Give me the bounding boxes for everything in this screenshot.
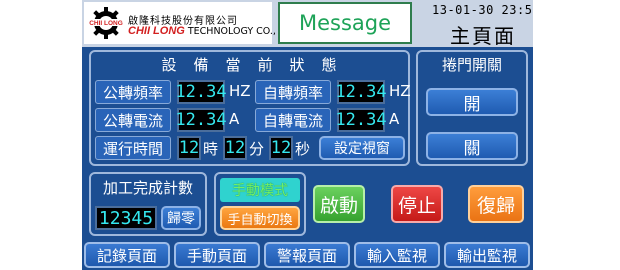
mode-toggle-button[interactable]: 手自動切換 xyxy=(220,206,300,230)
counter-value: 12345 xyxy=(95,206,157,230)
revolution-current-label: 公轉電流 xyxy=(95,108,171,132)
mode-panel: 手動模式 手自動切換 xyxy=(214,172,306,236)
company-logo-icon: CHII LONG xyxy=(89,7,123,39)
door-close-button[interactable]: 關 xyxy=(426,132,518,160)
runtime-minutes-value: 12 xyxy=(223,136,247,160)
revolution-frequency-label: 公轉頻率 xyxy=(95,80,171,104)
status-panel-title: 設 備 當 前 狀 態 xyxy=(161,56,338,74)
status-panel: 設 備 當 前 狀 態 公轉頻率 12.34 HZ 自轉頻率 12.34 HZ … xyxy=(89,50,411,166)
settings-window-button[interactable]: 設定視窗 xyxy=(319,136,405,160)
revolution-frequency-value: 12.34 xyxy=(175,80,227,104)
message-box[interactable]: Message xyxy=(278,2,412,44)
company-brand: CHII LONG xyxy=(128,25,185,37)
nav-manual-page[interactable]: 手動頁面 xyxy=(174,242,260,268)
rotation-current-value: 12.34 xyxy=(335,108,387,132)
rotation-frequency-value: 12.34 xyxy=(335,80,387,104)
runtime-seconds-value: 12 xyxy=(269,136,293,160)
nav-output-monitor[interactable]: 輸出監視 xyxy=(444,242,530,268)
runtime-label: 運行時間 xyxy=(95,136,171,160)
runtime-hours-value: 12 xyxy=(177,136,201,160)
rotation-current-unit: A xyxy=(389,110,400,128)
revolution-current-unit: A xyxy=(229,110,240,128)
nav-input-monitor[interactable]: 輸入監視 xyxy=(354,242,440,268)
company-logo-box: CHII LONG 啟隆科技股份有限公司 CHII LONG TECHNOLOG… xyxy=(84,2,299,44)
runtime-minutes-unit: 分 xyxy=(249,140,265,158)
revolution-current-value: 12.34 xyxy=(175,108,227,132)
header-bar: CHII LONG 啟隆科技股份有限公司 CHII LONG TECHNOLOG… xyxy=(82,0,533,48)
rotation-current-label: 自轉電流 xyxy=(255,108,331,132)
counter-reset-button[interactable]: 歸零 xyxy=(161,206,201,230)
rotation-frequency-label: 自轉頻率 xyxy=(255,80,331,104)
mode-indicator: 手動模式 xyxy=(220,178,300,202)
door-open-button[interactable]: 開 xyxy=(426,88,518,116)
logo-text: CHII LONG xyxy=(89,20,123,27)
hmi-screen: CHII LONG 啟隆科技股份有限公司 CHII LONG TECHNOLOG… xyxy=(82,0,533,270)
door-panel: 捲門開關 開 關 xyxy=(416,50,528,166)
nav-alarm-page[interactable]: 警報頁面 xyxy=(264,242,350,268)
stop-button[interactable]: 停止 xyxy=(391,185,443,223)
reset-button[interactable]: 復歸 xyxy=(468,185,524,223)
counter-title: 加工完成計數 xyxy=(102,179,193,197)
page-title: 主頁面 xyxy=(450,24,516,48)
revolution-frequency-unit: HZ xyxy=(229,82,251,100)
counter-panel: 加工完成計數 12345 歸零 xyxy=(89,172,207,236)
nav-records-page[interactable]: 記錄頁面 xyxy=(84,242,170,268)
runtime-seconds-unit: 秒 xyxy=(295,140,311,158)
door-panel-title: 捲門開關 xyxy=(441,56,502,74)
rotation-frequency-unit: HZ xyxy=(389,82,411,100)
company-name-en: CHII LONG TECHNOLOGY CO., LTD. xyxy=(128,25,299,37)
start-button[interactable]: 啟動 xyxy=(313,185,365,223)
datetime-display: 13-01-30 23:59 xyxy=(432,3,533,17)
runtime-hours-unit: 時 xyxy=(203,140,219,158)
